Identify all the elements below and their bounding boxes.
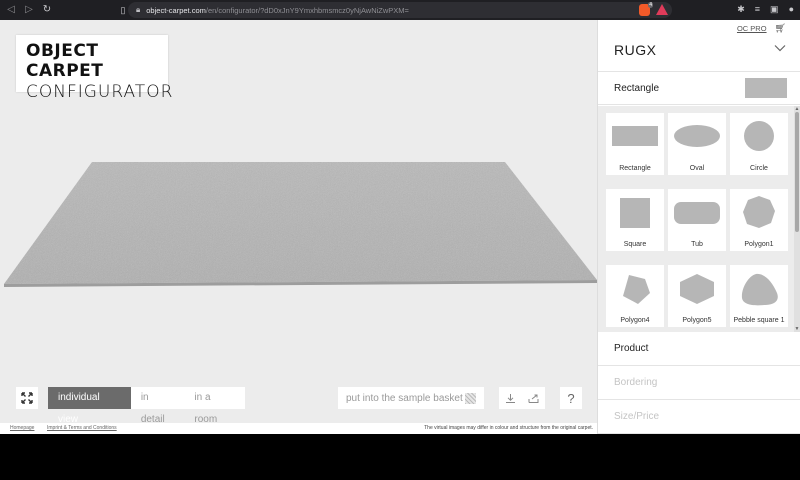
back-icon[interactable]: ◁ [4,3,18,17]
section-size-price-label: Size/Price [614,411,660,422]
share-icon[interactable] [528,393,539,404]
shape-tile-oval[interactable]: Oval [668,113,726,175]
section-bordering-label: Bordering [614,377,658,388]
screen: ◁ ▷ ↻ ▯ 🔒︎ object-carpet.com /en/configu… [0,0,800,480]
configurator-stage: OBJECT CARPET CONFIGURATOR individual vi… [0,20,597,425]
rectangle-shape-icon [612,126,658,146]
reading-list-icon[interactable]: ≡ [755,4,760,15]
tub-shape-icon [674,202,720,224]
wallet-icon[interactable]: ▣ [770,4,779,15]
download-icon[interactable] [505,393,516,404]
view-toggle: individual view in detail in a room [48,387,245,425]
shape-label: Square [623,241,647,248]
section-bordering: Bordering [598,366,800,400]
shape-tile-polygon1[interactable]: Polygon1 [730,189,788,251]
address-bar[interactable]: 🔒︎ object-carpet.com /en/configurator/?d… [128,2,672,18]
shape-label: Pebble square 1 [733,317,785,324]
brave-rewards-icon[interactable] [656,4,668,15]
extensions-icon[interactable]: ✱ [737,4,745,15]
section-product[interactable]: Product [598,332,800,366]
view-room[interactable]: in a room [184,387,245,425]
polygon5-shape-icon [680,274,714,304]
shape-tile-polygon5[interactable]: Polygon5 [668,265,726,327]
brave-shield-icon[interactable]: 4 [639,2,653,16]
view-detail[interactable]: in detail [131,387,185,425]
shield-count-badge: 4 [648,2,653,8]
shape-label: Polygon1 [744,241,774,248]
carpet-swatch-icon [465,392,476,404]
carpet-surface [4,162,597,284]
shape-tile-polygon4[interactable]: Polygon4 [606,265,664,327]
chevron-down-icon[interactable] [774,42,786,54]
polygon1-shape-icon [743,196,775,228]
cart-icon[interactable]: 🛒︎ [775,23,786,34]
pebble-shape-icon [741,273,778,306]
brand-logo[interactable]: OBJECT CARPET CONFIGURATOR [16,35,172,102]
shape-label: Polygon4 [620,317,650,324]
selected-shape-thumbnail [745,78,787,98]
shape-grid-scrollbar[interactable]: ▲ ▼ [794,106,800,332]
shape-tile-pebble-square-1[interactable]: Pebble square 1 [730,265,788,327]
shape-tile-square[interactable]: Square [606,189,664,251]
polygon4-shape-icon [623,275,650,304]
scrollbar-thumb[interactable] [795,112,799,232]
oc-pro-link[interactable]: OC PRO [737,24,767,33]
reload-icon[interactable]: ↻ [40,3,54,17]
fullscreen-icon [21,392,33,404]
shape-label: Circle [750,165,768,172]
url-path: /en/configurator/?dD0xJnY9Ymxhbmsmcz0yNj… [205,5,409,15]
shape-label: Polygon5 [682,317,712,324]
oval-shape-icon [674,125,720,147]
shape-grid-area: Rectangle Oval Circle Square Tub Polygon… [598,106,800,332]
disclaimer-text: The virtual images may differ in colour … [424,425,593,431]
browser-toolbar: ◁ ▷ ↻ ▯ 🔒︎ object-carpet.com /en/configu… [0,0,800,20]
page-footer: Homepage Imprint & Terms and Conditions … [0,423,597,434]
imprint-link[interactable]: Imprint & Terms and Conditions [47,425,117,431]
shape-selector-header[interactable]: Rectangle [598,71,800,105]
shape-label: Oval [689,165,705,172]
bookmark-icon[interactable]: ▯ [118,4,128,16]
sample-basket-button[interactable]: put into the sample basket [338,387,484,409]
forward-icon[interactable]: ▷ [22,3,36,17]
section-size-price: Size/Price [598,400,800,434]
logo-title: OBJECT CARPET [26,41,104,81]
lock-icon: 🔒︎ [136,5,141,14]
shape-grid: Rectangle Oval Circle Square Tub Polygon… [606,113,789,327]
shape-label: Tub [691,241,703,248]
sample-basket-label: put into the sample basket [346,392,463,404]
configurator-panel: OC PRO 🛒︎ RUGX Rectangle Rectangle Oval [597,20,800,434]
homepage-link[interactable]: Homepage [10,425,34,431]
profile-icon[interactable]: ● [789,4,794,15]
selected-shape-label: Rectangle [614,83,660,94]
export-buttons [499,387,545,409]
section-product-label: Product [614,343,649,354]
help-button[interactable]: ? [560,387,582,409]
circle-shape-icon [744,121,774,151]
fullscreen-button[interactable] [16,387,38,409]
shape-label: Rectangle [619,165,651,172]
shape-tile-tub[interactable]: Tub [668,189,726,251]
view-individual[interactable]: individual view [48,387,131,425]
shape-tile-circle[interactable]: Circle [730,113,788,175]
url-host: object-carpet.com [146,5,206,15]
square-shape-icon [620,198,650,228]
logo-subtitle: CONFIGURATOR [26,82,174,102]
shape-tile-rectangle[interactable]: Rectangle [606,113,664,175]
collection-name[interactable]: RUGX [614,42,656,58]
